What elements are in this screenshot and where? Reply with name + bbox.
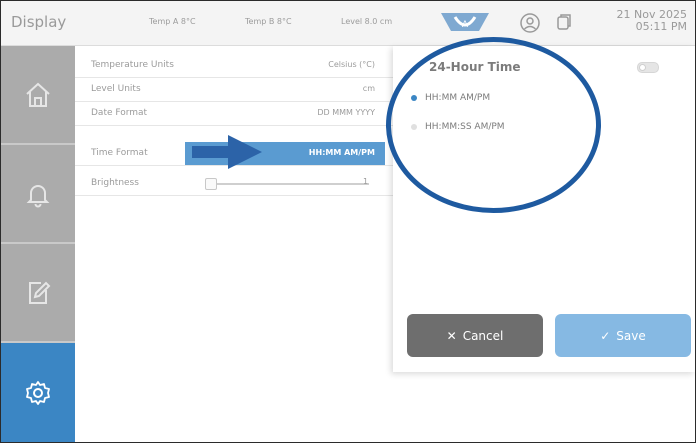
setting-label: Temperature Units — [91, 60, 174, 70]
sidebar-item-settings[interactable] — [1, 343, 75, 442]
gear-icon — [26, 380, 50, 405]
setting-row-temperature-units[interactable]: Temperature Units Celsius (°C) — [75, 54, 393, 78]
setting-row-date-format[interactable]: Date Format DD MMM YYYY — [75, 102, 393, 126]
cancel-label: Cancel — [462, 328, 504, 343]
brightness-slider-track[interactable] — [209, 183, 369, 185]
setting-label: Level Units — [91, 84, 141, 94]
close-icon: ✕ — [446, 328, 457, 343]
setting-value: DD MMM YYYY — [317, 108, 375, 117]
settings-list: Temperature Units Celsius (°C) Level Uni… — [75, 46, 393, 442]
brightness-slider-thumb[interactable] — [205, 178, 217, 190]
svg-text:A: A — [462, 20, 469, 30]
annotation-circle — [386, 37, 601, 213]
sidebar-item-logs[interactable] — [1, 244, 75, 343]
temp-a-status: Temp A 8°C — [149, 17, 196, 26]
copy-icon[interactable] — [553, 12, 575, 34]
time-text: 05:11 PM — [635, 20, 687, 33]
level-status: Level 8.0 cm — [341, 17, 393, 26]
sidebar-item-alarms[interactable] — [1, 145, 75, 244]
temp-b-status: Temp B 8°C — [245, 17, 292, 26]
bell-icon — [26, 184, 50, 207]
home-icon — [26, 82, 50, 107]
sidebar-item-home[interactable] — [1, 46, 75, 145]
setting-row-level-units[interactable]: Level Units cm — [75, 78, 393, 102]
check-icon: ✓ — [600, 328, 611, 343]
setting-value: HH:MM AM/PM — [308, 148, 375, 157]
brightness-value: 1 — [363, 177, 369, 186]
user-icon[interactable] — [519, 12, 541, 34]
setting-value: Celsius (°C) — [328, 60, 375, 69]
setting-row-brightness: Brightness 1 — [75, 172, 393, 196]
datetime: 21 Nov 2025 05:11 PM — [617, 9, 687, 33]
page-title: Display — [11, 13, 67, 31]
save-label: Save — [616, 328, 646, 343]
toggle-knob — [639, 64, 646, 71]
setting-label: Date Format — [91, 108, 148, 118]
save-button[interactable]: ✓ Save — [555, 314, 691, 357]
brand-logo-icon: A — [441, 13, 489, 31]
sidebar — [1, 46, 75, 442]
header-bar: Display Temp A 8°C Temp B 8°C Level 8.0 … — [1, 1, 695, 46]
edit-document-icon — [29, 281, 51, 304]
setting-label: Brightness — [91, 178, 139, 188]
24-hour-toggle[interactable] — [637, 62, 659, 73]
cancel-button[interactable]: ✕ Cancel — [407, 314, 543, 357]
annotation-arrow-icon — [192, 135, 262, 169]
setting-label: Time Format — [91, 148, 148, 158]
setting-value: cm — [362, 84, 375, 93]
app-window: Display Temp A 8°C Temp B 8°C Level 8.0 … — [0, 0, 696, 443]
